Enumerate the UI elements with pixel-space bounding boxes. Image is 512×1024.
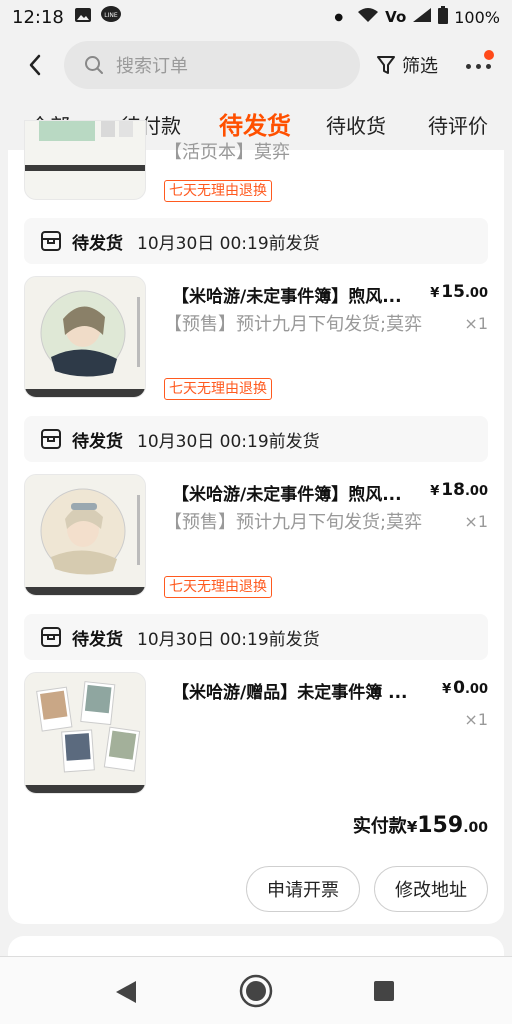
total-label: 实付款	[352, 816, 407, 837]
ship-deadline: 10月30日 00:19前发货	[137, 629, 320, 650]
package-icon	[41, 627, 61, 647]
search-placeholder: 搜索订单	[116, 56, 188, 77]
product-title[interactable]: 【米哈游/未定事件簿】煦风...	[172, 480, 427, 505]
notification-dot	[484, 50, 494, 60]
status-time: 12:18	[12, 6, 64, 28]
volte-icon: Vo	[385, 8, 407, 26]
nav-home-icon[interactable]	[238, 973, 274, 1009]
currency-symbol: ¥	[430, 484, 440, 499]
total-currency: ¥	[406, 818, 418, 836]
chevron-left-icon	[29, 54, 41, 76]
tab-pending-review[interactable]: 待评价	[428, 110, 488, 139]
svg-text:LINE: LINE	[104, 12, 118, 19]
currency-symbol: ¥	[430, 286, 440, 301]
shipping-status: 待发货	[72, 629, 123, 650]
nav-back-icon[interactable]	[114, 979, 138, 1005]
product-quantity: ×1	[464, 512, 488, 531]
change-address-button[interactable]: 修改地址	[374, 866, 488, 912]
product-price: ¥15.00	[430, 282, 488, 302]
battery-percent: 100%	[454, 7, 500, 27]
battery-icon	[438, 6, 449, 28]
price-integer: 15	[441, 282, 465, 302]
more-dot	[486, 64, 491, 69]
order-total: 实付款¥159.00	[353, 812, 488, 838]
package-icon	[41, 429, 61, 449]
dot-icon: ●	[334, 11, 344, 23]
filter-icon	[377, 56, 395, 74]
product-title[interactable]: 【米哈游/赠品】未定事件簿 ...	[172, 678, 427, 703]
shipping-status-bar: 待发货 10月30日 00:19前发货	[24, 614, 488, 660]
tab-pending-shipment[interactable]: 待发货	[219, 106, 291, 141]
return-policy-badge: 七天无理由退换	[164, 378, 272, 400]
filter-label: 筛选	[402, 56, 438, 77]
product-thumbnail[interactable]	[24, 474, 146, 596]
tab-pending-receipt[interactable]: 待收货	[326, 110, 386, 139]
image-icon	[74, 7, 92, 28]
nav-recents-icon[interactable]	[372, 979, 396, 1003]
line-app-icon: LINE	[100, 5, 122, 30]
price-decimal: .00	[464, 682, 488, 697]
order-card: 【活页本】莫弈 七天无理由退换 待发货 10月30日 00:19前发货 【米哈游…	[8, 120, 504, 924]
search-icon	[85, 56, 103, 74]
back-button[interactable]	[14, 44, 56, 86]
product-price: ¥0.00	[442, 678, 488, 698]
filter-button[interactable]: 筛选	[376, 52, 438, 78]
product-title[interactable]: 【米哈游/未定事件簿】煦风...	[172, 282, 427, 307]
product-subtitle: 【预售】预计九月下旬发货;莫弈	[164, 512, 423, 533]
wifi-icon	[357, 7, 379, 27]
package-icon	[41, 231, 61, 251]
product-thumbnail[interactable]	[24, 672, 146, 794]
return-policy-badge: 七天无理由退换	[164, 576, 272, 598]
more-dot	[476, 64, 481, 69]
shipping-status: 待发货	[72, 431, 123, 452]
product-thumbnail[interactable]	[24, 276, 146, 398]
product-price: ¥18.00	[430, 480, 488, 500]
product-quantity: ×1	[464, 314, 488, 333]
product-thumbnail[interactable]	[24, 120, 146, 200]
ship-deadline: 10月30日 00:19前发货	[137, 233, 320, 254]
status-bar: 12:18 LINE ● Vo 100%	[0, 0, 512, 34]
price-integer: 0	[453, 678, 465, 698]
shipping-status-bar: 待发货 10月30日 00:19前发货	[24, 218, 488, 264]
shipping-status-bar: 待发货 10月30日 00:19前发货	[24, 416, 488, 462]
price-decimal: .00	[464, 484, 488, 499]
total-amount: 159	[417, 813, 464, 838]
system-nav-bar	[0, 956, 512, 1024]
search-header: 搜索订单 筛选	[0, 34, 512, 96]
request-invoice-button[interactable]: 申请开票	[246, 866, 360, 912]
more-menu-button[interactable]	[464, 50, 494, 80]
product-quantity: ×1	[464, 710, 488, 729]
currency-symbol: ¥	[442, 682, 452, 697]
product-subtitle: 【活页本】莫弈	[164, 142, 290, 163]
search-input[interactable]: 搜索订单	[64, 41, 360, 89]
price-decimal: .00	[464, 286, 488, 301]
ship-deadline: 10月30日 00:19前发货	[137, 431, 320, 452]
total-decimal: .00	[463, 820, 488, 836]
signal-icon	[412, 7, 432, 27]
price-integer: 18	[441, 480, 465, 500]
more-dots-icon	[466, 64, 471, 69]
product-subtitle: 【预售】预计九月下旬发货;莫弈	[164, 314, 423, 335]
shipping-status: 待发货	[72, 233, 123, 254]
return-policy-badge: 七天无理由退换	[164, 180, 272, 202]
